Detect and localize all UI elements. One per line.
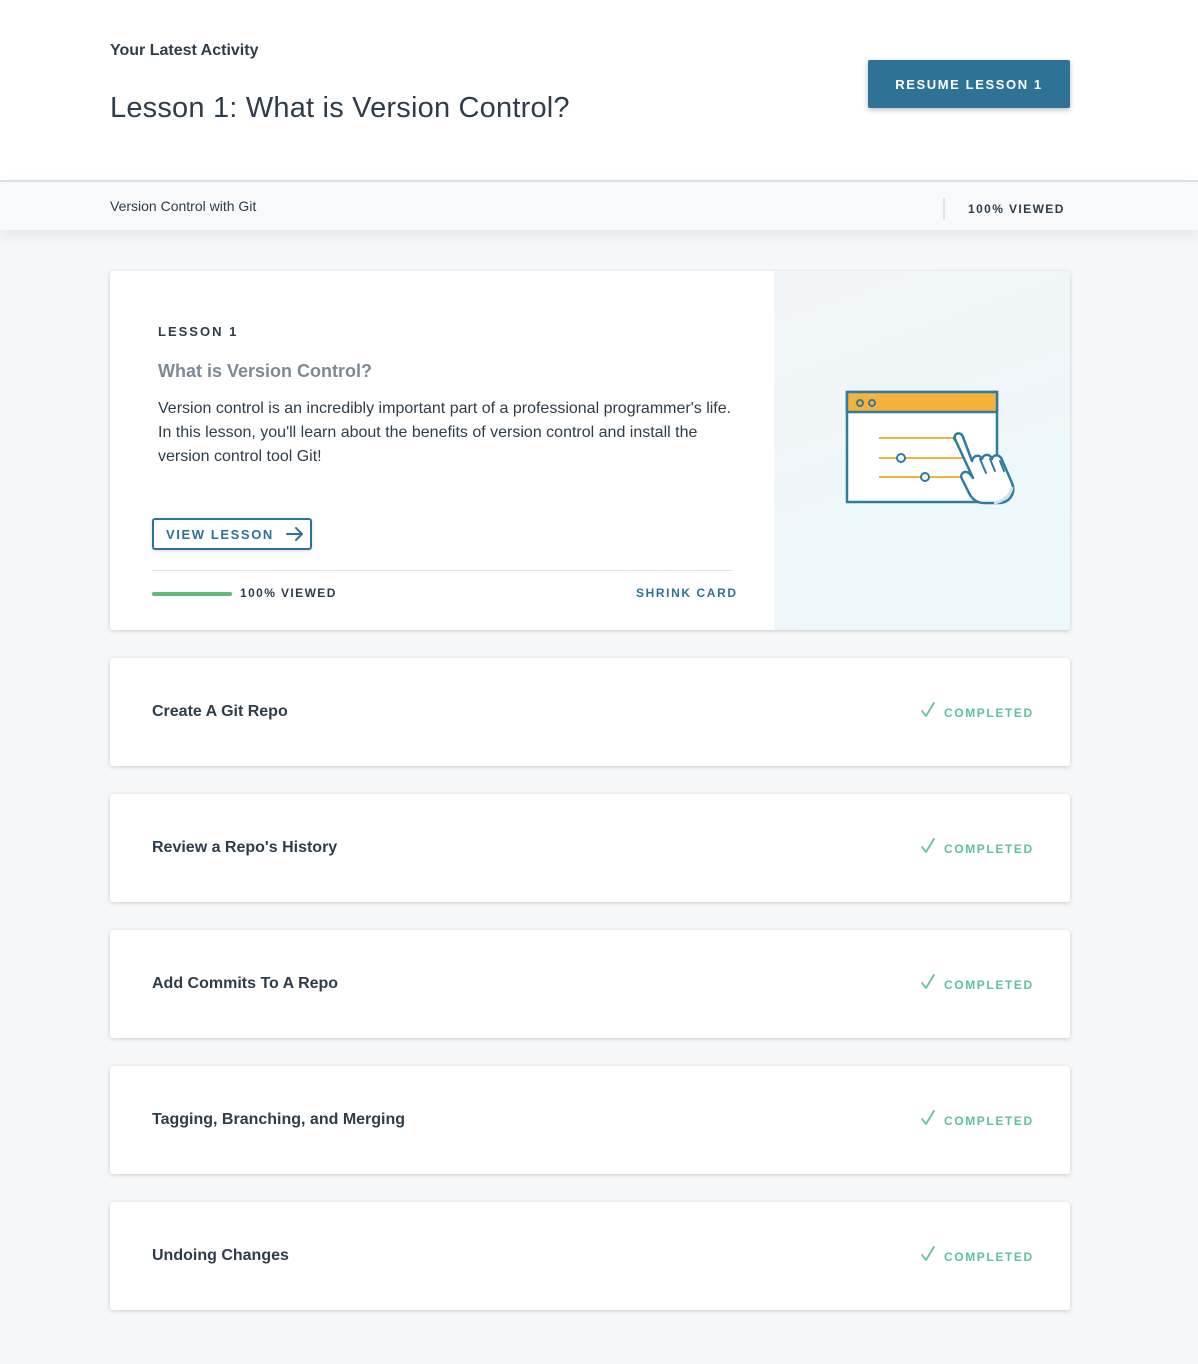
browser-slider-hand-illustration (844, 387, 1024, 512)
concept-status-text: COMPLETED (944, 841, 1034, 856)
resume-lesson-button[interactable]: RESUME LESSON 1 (868, 60, 1070, 108)
check-icon (920, 1110, 936, 1131)
concept-status: COMPLETED (920, 974, 1034, 995)
shrink-card-link[interactable]: SHRINK CARD (636, 586, 738, 600)
lesson-card: LESSON 1 What is Version Control? Versio… (110, 271, 1070, 630)
view-lesson-button[interactable]: VIEW LESSON (152, 518, 312, 550)
concept-status-text: COMPLETED (944, 705, 1034, 720)
lesson-progress-fill (152, 592, 232, 596)
concept-status-text: COMPLETED (944, 1249, 1034, 1264)
check-icon (920, 974, 936, 995)
activity-kicker: Your Latest Activity (110, 42, 259, 59)
concept-status: COMPLETED (920, 1246, 1034, 1267)
course-viewed-status: 100% VIEWED (968, 202, 1065, 216)
concept-status-text: COMPLETED (944, 977, 1034, 992)
lesson-name: What is Version Control? (158, 361, 373, 381)
concept-title: Create A Git Repo (152, 703, 288, 720)
subbar-divider (943, 198, 945, 220)
card-divider (152, 570, 732, 571)
concept-status: COMPLETED (920, 1110, 1034, 1131)
page-title: Lesson 1: What is Version Control? (110, 92, 570, 124)
course-name: Version Control with Git (110, 198, 257, 214)
activity-header: Your Latest Activity Lesson 1: What is V… (0, 0, 1198, 180)
concept-card[interactable]: Add Commits To A Repo COMPLETED (110, 930, 1070, 1038)
concept-title: Undoing Changes (152, 1247, 289, 1264)
check-icon (920, 1246, 936, 1267)
lesson-illustration-panel (774, 271, 1070, 630)
lesson-progress-bar (152, 592, 232, 596)
concept-card[interactable]: Review a Repo's History COMPLETED (110, 794, 1070, 902)
concept-card[interactable]: Tagging, Branching, and Merging COMPLETED (110, 1066, 1070, 1174)
check-icon (920, 702, 936, 723)
concept-status: COMPLETED (920, 838, 1034, 859)
concept-status-text: COMPLETED (944, 1113, 1034, 1128)
concept-status: COMPLETED (920, 702, 1034, 723)
concept-card[interactable]: Undoing Changes COMPLETED (110, 1202, 1070, 1310)
check-icon (920, 838, 936, 859)
concept-title: Add Commits To A Repo (152, 975, 339, 992)
lesson-number: LESSON 1 (158, 324, 239, 339)
view-lesson-label: VIEW LESSON (166, 526, 274, 542)
concept-title: Review a Repo's History (152, 839, 338, 856)
concept-card[interactable]: Create A Git Repo COMPLETED (110, 658, 1070, 766)
lesson-description: Version control is an incredibly importa… (158, 400, 732, 465)
concept-title: Tagging, Branching, and Merging (152, 1111, 406, 1128)
arrow-right-icon (285, 527, 304, 541)
lesson-progress-text: 100% VIEWED (240, 586, 337, 600)
course-subbar: Version Control with Git 100% VIEWED (0, 180, 1198, 230)
